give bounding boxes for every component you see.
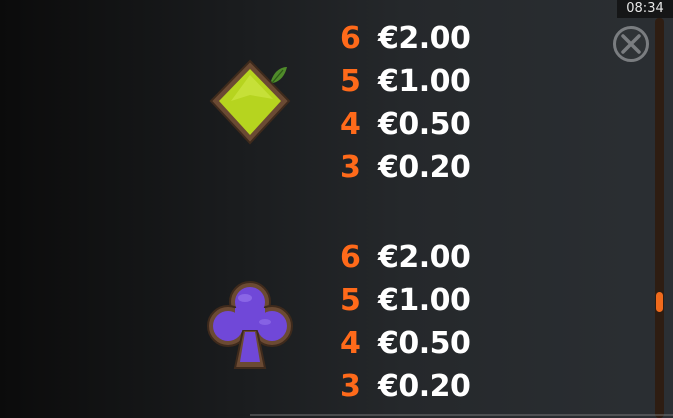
pay-row: 5 €1.00 <box>340 279 471 322</box>
symbol-count: 4 <box>340 326 361 361</box>
symbol-count: 6 <box>340 240 361 275</box>
close-button[interactable] <box>613 26 649 62</box>
payout-amount: €1.00 <box>378 64 471 99</box>
symbol-count: 6 <box>340 21 361 56</box>
close-x-icon <box>621 34 641 54</box>
paytable-diamond: 6 €2.00 5 €1.00 4 €0.50 3 €0.20 <box>340 17 471 189</box>
symbol-count: 3 <box>340 150 361 185</box>
payout-amount: €1.00 <box>378 283 471 318</box>
pay-row: 6 €2.00 <box>340 17 471 60</box>
paytable-club: 6 €2.00 5 €1.00 4 €0.50 3 €0.20 <box>340 236 471 408</box>
symbol-count: 5 <box>340 283 361 318</box>
payout-amount: €0.20 <box>378 150 471 185</box>
status-clock: 08:34 <box>617 0 673 18</box>
pay-row: 6 €2.00 <box>340 236 471 279</box>
payout-amount: €0.50 <box>378 107 471 142</box>
purple-club-icon <box>207 281 293 369</box>
symbol-count: 3 <box>340 369 361 404</box>
pay-row: 4 €0.50 <box>340 322 471 365</box>
payout-amount: €0.50 <box>378 326 471 361</box>
pay-row: 3 €0.20 <box>340 365 471 408</box>
payout-amount: €2.00 <box>378 240 471 275</box>
symbol-count: 5 <box>340 64 361 99</box>
green-diamond-icon <box>209 59 291 145</box>
symbol-count: 4 <box>340 107 361 142</box>
pay-row: 4 €0.50 <box>340 103 471 146</box>
pay-row: 3 €0.20 <box>340 146 471 189</box>
payout-amount: €2.00 <box>378 21 471 56</box>
pay-row: 5 €1.00 <box>340 60 471 103</box>
divider <box>250 414 673 416</box>
scrollbar-thumb[interactable] <box>656 292 663 312</box>
scrollbar-track[interactable] <box>655 18 664 418</box>
payout-amount: €0.20 <box>378 369 471 404</box>
